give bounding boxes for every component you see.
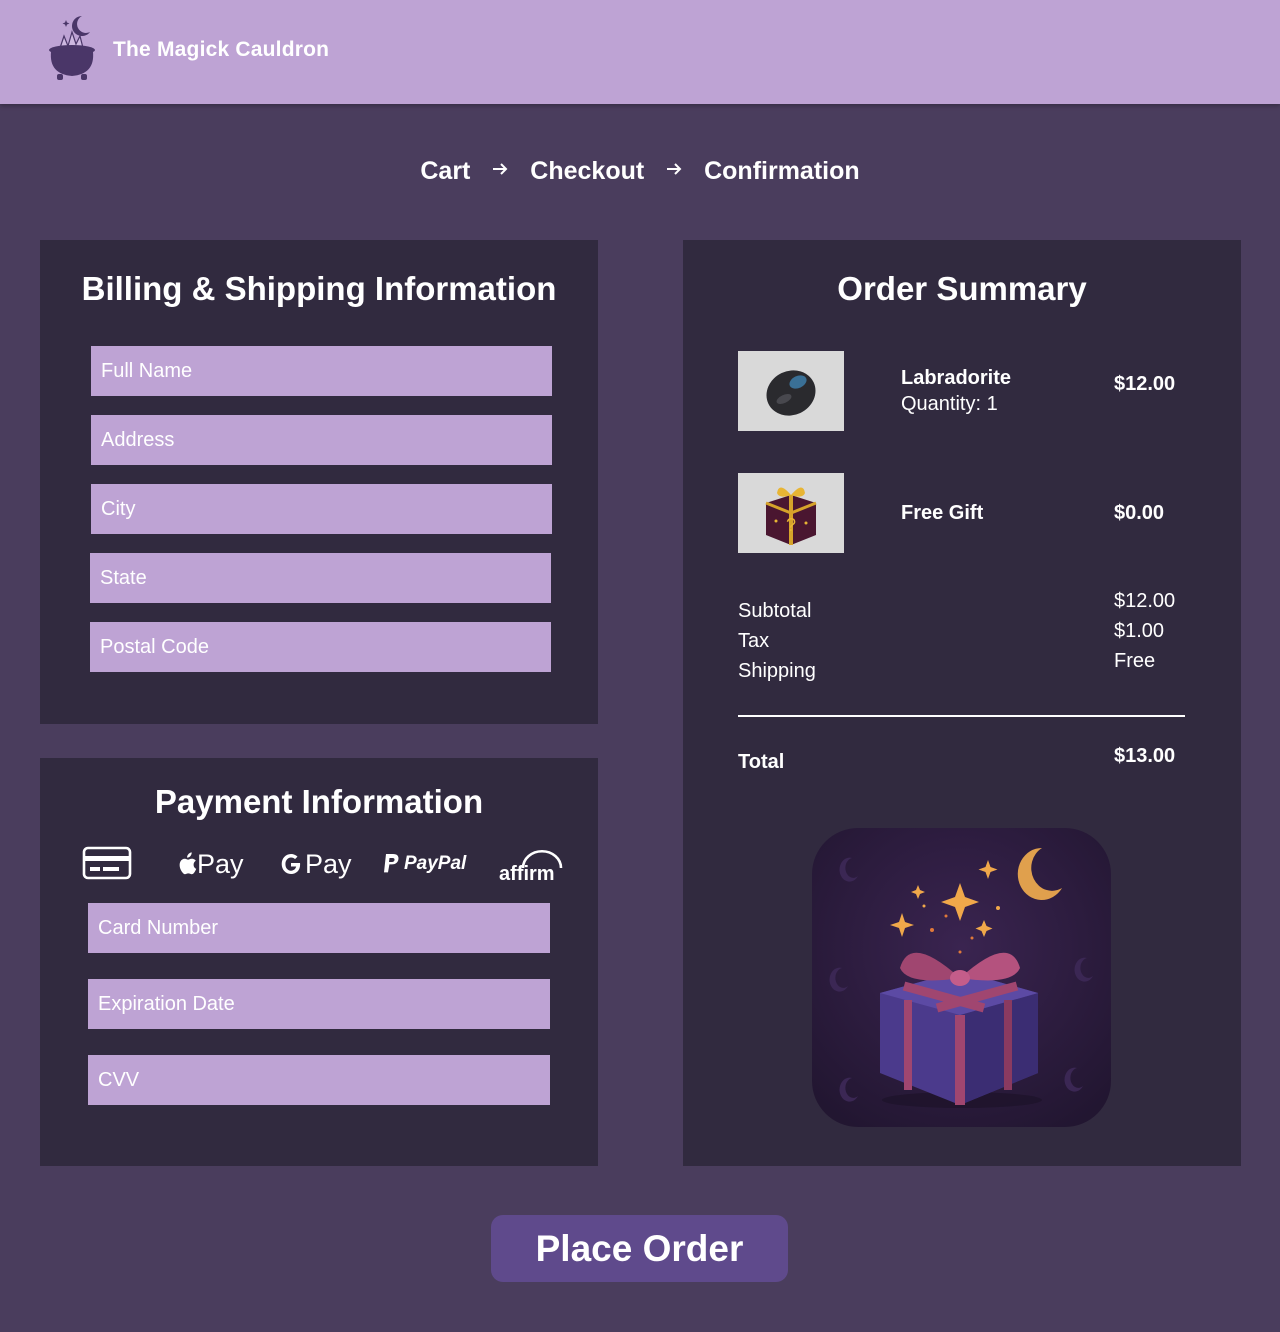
- magic-gift-box-icon: [812, 828, 1111, 1127]
- item-name-labradorite: Labradorite: [901, 367, 1012, 389]
- cvv-field[interactable]: [88, 1055, 550, 1105]
- arrow-right-icon: [667, 163, 682, 175]
- google-pay-option[interactable]: Pay: [280, 842, 352, 886]
- paypal-option[interactable]: PayPal: [382, 842, 466, 886]
- affirm-arc-icon: [521, 850, 563, 869]
- subtotal-value: $12.00: [1114, 590, 1176, 612]
- full-name-field[interactable]: [91, 346, 552, 396]
- expiration-date-field[interactable]: [88, 979, 550, 1029]
- breadcrumb-cart[interactable]: Cart: [420, 157, 470, 186]
- subtotal-label: Subtotal: [738, 600, 812, 622]
- item-price-labradorite: $12.00: [1114, 373, 1176, 395]
- svg-text:?: ?: [786, 515, 796, 535]
- tax-label: Tax: [738, 630, 770, 652]
- magic-gift-image: [812, 828, 1111, 1127]
- breadcrumb-checkout[interactable]: Checkout: [530, 157, 644, 186]
- item-quantity-labradorite: Quantity: 1: [901, 393, 998, 415]
- breadcrumb-confirmation[interactable]: Confirmation: [704, 157, 860, 186]
- credit-card-icon[interactable]: [82, 846, 132, 880]
- cauldron-icon[interactable]: [44, 12, 100, 84]
- top-header: The Magick Cauldron: [0, 0, 1280, 104]
- item-name-free-gift: Free Gift: [901, 502, 984, 524]
- address-field[interactable]: [91, 415, 552, 465]
- item-price-free-gift: $0.00: [1114, 502, 1165, 524]
- google-g-icon: [281, 854, 301, 874]
- billing-title: Billing & Shipping Information: [81, 270, 557, 307]
- apple-icon: [179, 852, 197, 875]
- affirm-option[interactable]: affirm: [499, 846, 563, 890]
- payment-title: Payment Information: [154, 783, 484, 820]
- apple-pay-label: Pay: [197, 848, 244, 879]
- mystery-gift-icon: ?: [765, 487, 817, 545]
- total-label: Total: [738, 751, 785, 773]
- brand-name[interactable]: The Magick Cauldron: [113, 38, 329, 62]
- google-pay-label: Pay: [305, 848, 352, 879]
- city-field[interactable]: [91, 484, 552, 534]
- labradorite-stone-icon: [766, 370, 816, 416]
- apple-pay-option[interactable]: Pay: [177, 842, 244, 886]
- checkout-breadcrumb: Cart Checkout Confirmation: [0, 156, 1280, 186]
- free-gift-thumbnail[interactable]: ?: [738, 473, 844, 553]
- tax-value: $1.00: [1114, 620, 1165, 642]
- card-number-field[interactable]: [88, 903, 550, 953]
- paypal-label: PayPal: [404, 853, 467, 874]
- total-value: $13.00: [1114, 745, 1176, 767]
- shipping-label: Shipping: [738, 660, 816, 682]
- labradorite-thumbnail[interactable]: [738, 351, 844, 431]
- summary-divider: [738, 715, 1185, 717]
- paypal-icon: [384, 854, 399, 873]
- shipping-value: Free: [1114, 650, 1156, 672]
- order-summary-title: Order Summary: [837, 270, 1087, 307]
- place-order-button[interactable]: Place Order: [491, 1215, 788, 1282]
- state-field[interactable]: [90, 553, 551, 603]
- postal-code-field[interactable]: [90, 622, 551, 672]
- arrow-right-icon: [493, 163, 508, 175]
